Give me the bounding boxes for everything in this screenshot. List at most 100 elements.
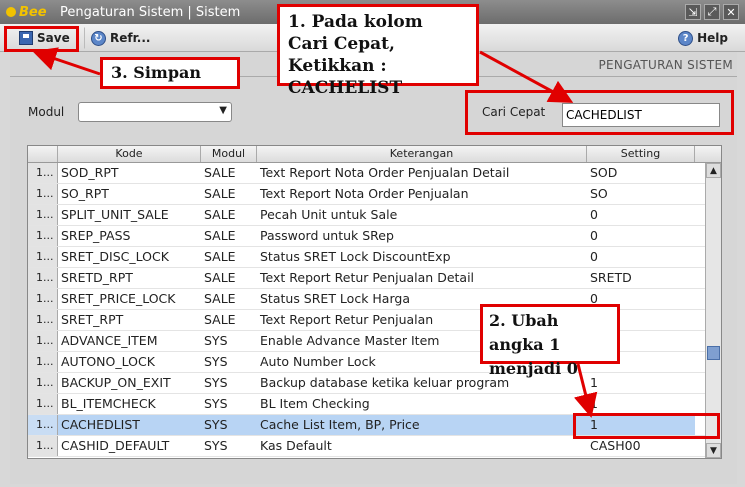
- table-row[interactable]: 1... BACKUP_ON_EXIT SYS Backup database ket…: [28, 373, 721, 394]
- row-number[interactable]: 1...: [28, 268, 58, 288]
- help-button[interactable]: ? Help: [671, 27, 735, 49]
- section-title: PENGATURAN SISTEM: [598, 58, 733, 72]
- cell-kode[interactable]: BACKUP_ON_EXIT: [58, 373, 201, 393]
- cell-modul[interactable]: SYS: [201, 415, 257, 435]
- cell-kode[interactable]: ADVANCE_ITEM: [58, 331, 201, 351]
- window-title: Pengaturan Sistem | Sistem: [60, 4, 241, 20]
- callout-step1: 1. Pada kolom Cari Cepat, Ketikkan : CAC…: [277, 4, 479, 98]
- cell-setting[interactable]: 1: [587, 394, 695, 414]
- table-row[interactable]: 1... BL_ITEMCHECK SYS BL Item Checking 1: [28, 394, 721, 415]
- row-number[interactable]: 1...: [28, 289, 58, 309]
- cell-kode[interactable]: SO_RPT: [58, 184, 201, 204]
- table-row[interactable]: 1... SO_RPT SALE Text Report Nota Order Pen…: [28, 184, 721, 205]
- minimize-icon[interactable]: ⇲: [685, 4, 701, 20]
- highlight-search: [465, 90, 734, 135]
- cell-modul[interactable]: SYS: [201, 352, 257, 372]
- cell-setting[interactable]: 0: [587, 205, 695, 225]
- cell-setting[interactable]: SOD: [587, 163, 695, 183]
- cell-keterangan[interactable]: Password untuk SRep: [257, 226, 587, 246]
- header-kode[interactable]: Kode: [58, 146, 201, 162]
- maximize-icon[interactable]: ⤢: [704, 4, 720, 20]
- close-icon[interactable]: ✕: [723, 4, 739, 20]
- help-label: Help: [697, 31, 728, 45]
- cell-kode[interactable]: CASHID_DEFAULT: [58, 436, 201, 456]
- table-row[interactable]: 1... SOD_RPT SALE Text Report Nota Order Pe…: [28, 163, 721, 184]
- highlight-setting-cell: [573, 413, 720, 439]
- header-setting[interactable]: Setting: [587, 146, 695, 162]
- cell-keterangan[interactable]: Kas Default: [257, 436, 587, 456]
- row-number[interactable]: 1...: [28, 415, 58, 435]
- row-number[interactable]: 1...: [28, 373, 58, 393]
- cell-modul[interactable]: SALE: [201, 184, 257, 204]
- cell-modul[interactable]: SYS: [201, 373, 257, 393]
- cell-modul[interactable]: SALE: [201, 310, 257, 330]
- brand-name: Bee: [19, 4, 47, 20]
- table-row[interactable]: 1... SRET_DISC_LOCK SALE Status SRET Lock D…: [28, 247, 721, 268]
- cell-kode[interactable]: SPLIT_UNIT_SALE: [58, 205, 201, 225]
- scroll-thumb[interactable]: [707, 346, 720, 360]
- row-number[interactable]: 1...: [28, 163, 58, 183]
- cell-kode[interactable]: SOD_RPT: [58, 163, 201, 183]
- cell-modul[interactable]: SYS: [201, 331, 257, 351]
- chevron-down-icon: ▼: [219, 105, 227, 116]
- app-logo: Bee: [6, 5, 60, 20]
- cell-modul[interactable]: SYS: [201, 436, 257, 456]
- cell-kode[interactable]: BL_ITEMCHECK: [58, 394, 201, 414]
- cell-setting[interactable]: SO: [587, 184, 695, 204]
- cell-setting[interactable]: 0: [587, 247, 695, 267]
- header-modul[interactable]: Modul: [201, 146, 257, 162]
- cell-keterangan[interactable]: Text Report Retur Penjualan Detail: [257, 268, 587, 288]
- table-row[interactable]: 1... SREP_PASS SALE Password untuk SRep 0: [28, 226, 721, 247]
- cell-setting[interactable]: CASH00: [587, 436, 695, 456]
- header-rownum[interactable]: [28, 146, 58, 162]
- cell-keterangan[interactable]: Status SRET Lock DiscountExp: [257, 247, 587, 267]
- cell-setting[interactable]: 0: [587, 226, 695, 246]
- cell-keterangan[interactable]: Cache List Item, BP, Price: [257, 415, 587, 435]
- cell-keterangan[interactable]: Text Report Nota Order Penjualan: [257, 184, 587, 204]
- cell-kode[interactable]: AUTONO_LOCK: [58, 352, 201, 372]
- refresh-label: Refr...: [110, 31, 151, 45]
- cell-kode[interactable]: SRET_RPT: [58, 310, 201, 330]
- scroll-up-icon[interactable]: ▲: [706, 163, 721, 178]
- row-number[interactable]: 1...: [28, 184, 58, 204]
- cell-kode[interactable]: SREP_PASS: [58, 226, 201, 246]
- scroll-down-icon[interactable]: ▼: [706, 443, 721, 458]
- callout-step3: 3. Simpan: [100, 57, 240, 89]
- row-number[interactable]: 1...: [28, 205, 58, 225]
- row-number[interactable]: 1...: [28, 436, 58, 456]
- cell-modul[interactable]: SALE: [201, 247, 257, 267]
- cell-setting[interactable]: SRETD: [587, 268, 695, 288]
- refresh-button[interactable]: ↻ Refr...: [84, 27, 157, 49]
- header-keterangan[interactable]: Keterangan: [257, 146, 587, 162]
- table-header: Kode Modul Keterangan Setting: [28, 146, 721, 163]
- row-number[interactable]: 1...: [28, 352, 58, 372]
- cell-kode[interactable]: SRET_DISC_LOCK: [58, 247, 201, 267]
- table-row[interactable]: 1... CASHID_DEFAULT SYS Kas Default CASH00: [28, 436, 721, 457]
- row-number[interactable]: 1...: [28, 226, 58, 246]
- cell-keterangan[interactable]: Pecah Unit untuk Sale: [257, 205, 587, 225]
- highlight-save: [4, 26, 79, 52]
- cell-modul[interactable]: SALE: [201, 163, 257, 183]
- cell-kode[interactable]: CACHEDLIST: [58, 415, 201, 435]
- table-row[interactable]: 1... SPLIT_UNIT_SALE SALE Pecah Unit untuk …: [28, 205, 721, 226]
- row-number[interactable]: 1...: [28, 331, 58, 351]
- cell-keterangan[interactable]: Text Report Nota Order Penjualan Detail: [257, 163, 587, 183]
- cell-kode[interactable]: SRETD_RPT: [58, 268, 201, 288]
- modul-select[interactable]: ▼: [78, 102, 232, 122]
- cell-keterangan[interactable]: BL Item Checking: [257, 394, 587, 414]
- row-number[interactable]: 1...: [28, 394, 58, 414]
- row-number[interactable]: 1...: [28, 310, 58, 330]
- table-row[interactable]: 1... SRETD_RPT SALE Text Report Retur Penju…: [28, 268, 721, 289]
- help-icon: ?: [678, 30, 694, 46]
- refresh-icon: ↻: [91, 30, 106, 46]
- cell-modul[interactable]: SALE: [201, 226, 257, 246]
- cell-setting[interactable]: 1: [587, 373, 695, 393]
- cell-modul[interactable]: SYS: [201, 394, 257, 414]
- cell-modul[interactable]: SALE: [201, 268, 257, 288]
- settings-table: Kode Modul Keterangan Setting 1... SOD_RP…: [27, 145, 722, 459]
- cell-modul[interactable]: SALE: [201, 205, 257, 225]
- cell-kode[interactable]: SRET_PRICE_LOCK: [58, 289, 201, 309]
- row-number[interactable]: 1...: [28, 247, 58, 267]
- cell-modul[interactable]: SALE: [201, 289, 257, 309]
- bee-icon: [6, 7, 16, 17]
